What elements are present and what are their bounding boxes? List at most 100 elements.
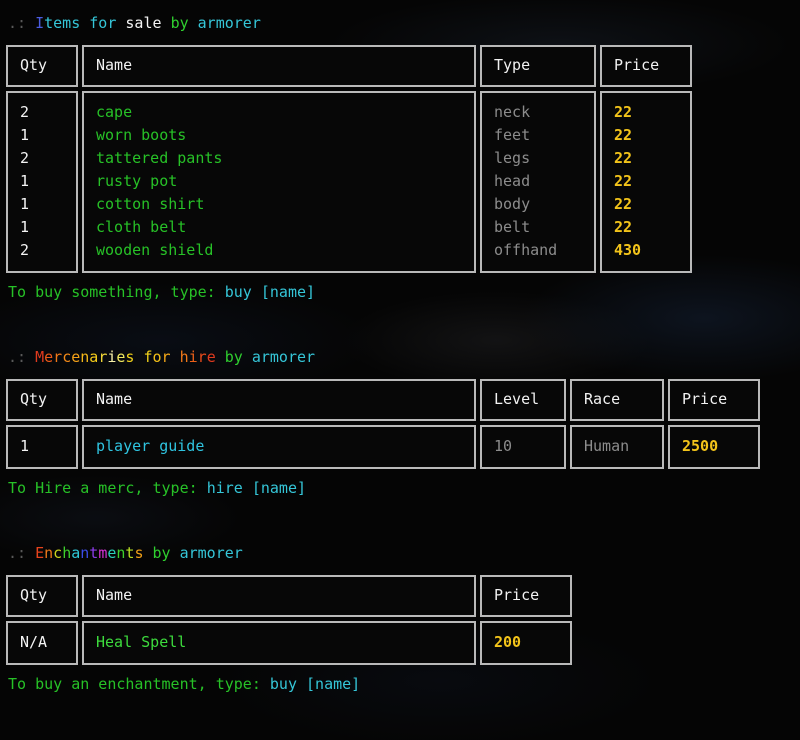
title-glyph: .:	[8, 348, 36, 366]
items-buy-hint: To buy something, type: buy [name]	[8, 281, 790, 304]
table-cell: offhand	[494, 241, 558, 259]
title-glyph: .:	[8, 544, 36, 562]
title-glyph: To buy an enchantment, type:	[8, 675, 270, 693]
enchants-column-name[interactable]: Heal Spell	[82, 621, 476, 665]
title-glyph: r	[98, 348, 108, 366]
title-glyph: c	[62, 348, 72, 366]
mercenaries-table-header-row: Qty Name Level Race Price	[6, 379, 790, 421]
title-glyph	[162, 14, 171, 32]
title-glyph: e	[71, 348, 81, 366]
enchants-column-price: 200	[480, 621, 572, 665]
title-glyph: for	[89, 14, 117, 32]
title-glyph: .:	[8, 14, 36, 32]
title-glyph: a	[71, 544, 81, 562]
items-header-name: Name	[82, 45, 476, 87]
mercs-column-race: Human	[570, 425, 664, 469]
title-glyph: buy [name]	[269, 675, 361, 693]
table-cell[interactable]: Heal Spell	[96, 631, 462, 654]
table-cell[interactable]: cotton shirt	[96, 193, 462, 216]
table-cell: Human	[584, 437, 630, 455]
mercs-header-price: Price	[668, 379, 760, 421]
mercs-header-qty: Qty	[6, 379, 78, 421]
table-cell[interactable]: tattered pants	[96, 147, 462, 170]
title-glyph: I	[35, 14, 45, 32]
table-cell: head	[494, 172, 531, 190]
spacer-items-mercs	[6, 306, 790, 346]
table-cell: 2	[20, 149, 30, 167]
table-cell: feet	[494, 126, 531, 144]
title-glyph	[171, 348, 180, 366]
section-enchantments: .: Enchantments by armorer Qty Name Pric…	[6, 542, 790, 696]
table-cell: 10	[494, 437, 513, 455]
enchantments-table: Qty Name Price N/A Heal Spell 200	[6, 575, 790, 665]
title-glyph: To Hire a merc, type:	[8, 479, 207, 497]
enchantments-table-body: N/A Heal Spell 200	[6, 621, 790, 665]
title-glyph	[143, 544, 152, 562]
spacer-mercs-enchants	[6, 502, 790, 542]
table-cell: 1	[20, 437, 30, 455]
mercenaries-hire-hint: To Hire a merc, type: hire [name]	[8, 477, 790, 500]
title-glyph: by	[152, 544, 171, 562]
mercs-column-name[interactable]: player guide	[82, 425, 476, 469]
enchants-column-qty: N/A	[6, 621, 78, 665]
title-glyph: r	[197, 348, 207, 366]
table-cell: 1	[20, 218, 30, 236]
table-cell: 22	[614, 149, 633, 167]
title-glyph: f	[143, 348, 153, 366]
table-cell[interactable]: rusty pot	[96, 170, 462, 193]
items-table-header-row: Qty Name Type Price	[6, 45, 790, 87]
mercenaries-section-title: .: Mercenaries for hire by armorer	[8, 346, 790, 369]
title-glyph: r	[161, 348, 171, 366]
table-cell[interactable]: cape	[96, 101, 462, 124]
table-cell: 430	[614, 241, 642, 259]
table-cell: body	[494, 195, 531, 213]
title-glyph: o	[152, 348, 162, 366]
mercenaries-table: Qty Name Level Race Price 1 player guide…	[6, 379, 790, 469]
enchants-header-qty: Qty	[6, 575, 78, 617]
title-glyph: e	[44, 348, 54, 366]
mercs-header-race: Race	[570, 379, 664, 421]
table-cell[interactable]: player guide	[96, 435, 462, 458]
enchantments-section-title: .: Enchantments by armorer	[8, 542, 790, 565]
table-cell: 22	[614, 126, 633, 144]
title-glyph: buy [name]	[224, 283, 316, 301]
title-glyph: e	[206, 348, 216, 366]
title-glyph: To buy something, type:	[8, 283, 225, 301]
mercenaries-table-body: 1 player guide 10 Human 2500	[6, 425, 790, 469]
title-glyph: armorer	[179, 544, 243, 562]
table-cell: neck	[494, 103, 531, 121]
items-column-name[interactable]: cape worn boots tattered pants rusty pot cot…	[82, 91, 476, 273]
items-column-qty: 2 1 2 1 1 1 2	[6, 91, 78, 273]
table-cell[interactable]: cloth belt	[96, 216, 462, 239]
items-header-price: Price	[600, 45, 692, 87]
title-glyph: n	[80, 544, 90, 562]
title-glyph	[80, 14, 89, 32]
items-column-type: neck feet legs head body belt offhand	[480, 91, 596, 273]
title-glyph: n	[80, 348, 90, 366]
mercs-column-level: 10	[480, 425, 566, 469]
items-table-body: 2 1 2 1 1 1 2 cape worn boots tattered pants rust…	[6, 91, 790, 273]
title-glyph	[243, 348, 252, 366]
title-glyph: armorer	[251, 348, 316, 366]
title-glyph: h	[179, 348, 189, 366]
table-cell: 22	[614, 218, 633, 236]
mercs-column-qty: 1	[6, 425, 78, 469]
items-header-type: Type	[480, 45, 596, 87]
mercs-header-level: Level	[480, 379, 566, 421]
enchants-header-price: Price	[480, 575, 572, 617]
table-cell: 2	[20, 241, 30, 259]
table-cell: N/A	[20, 633, 48, 651]
table-cell: belt	[494, 218, 531, 236]
table-cell: 1	[20, 172, 30, 190]
table-cell: 2500	[682, 437, 719, 455]
title-glyph	[171, 544, 180, 562]
table-cell[interactable]: worn boots	[96, 124, 462, 147]
title-glyph: h	[62, 544, 72, 562]
title-glyph: M	[35, 348, 45, 366]
title-glyph: tems	[44, 14, 81, 32]
table-cell[interactable]: wooden shield	[96, 239, 462, 262]
table-cell: 1	[20, 126, 30, 144]
shop-terminal-screen: .: Items for sale by armorer Qty Name Ty…	[0, 0, 800, 696]
enchants-header-name: Name	[82, 575, 476, 617]
table-cell: 1	[20, 195, 30, 213]
